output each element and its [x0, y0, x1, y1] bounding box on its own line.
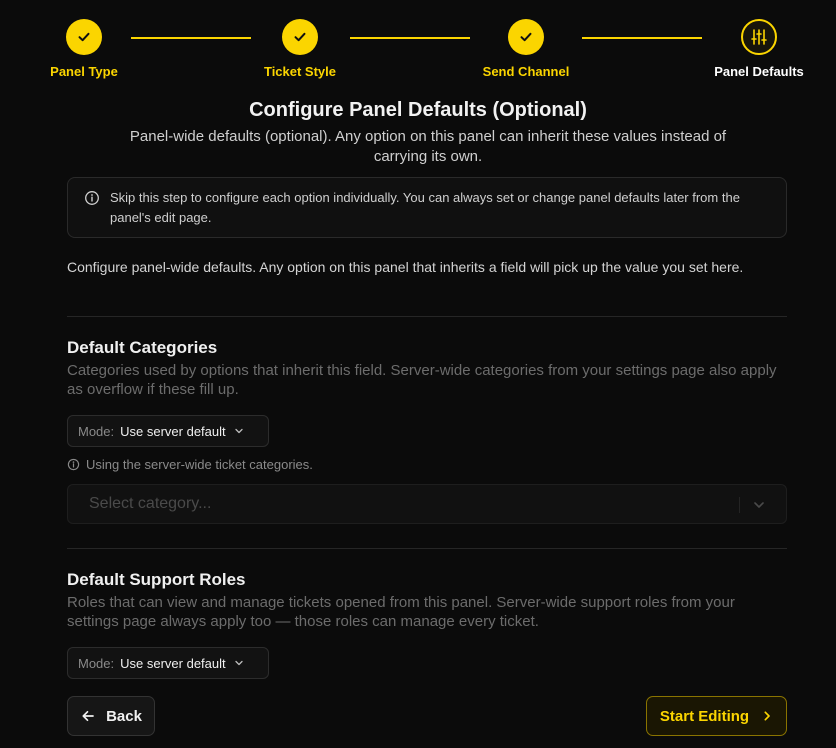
- info-callout: Skip this step to configure each option …: [67, 177, 787, 238]
- step-label: Send Channel: [482, 64, 570, 79]
- hint-text: Using the server-wide ticket categories.: [86, 457, 313, 472]
- sliders-icon: [751, 29, 767, 45]
- step-label: Ticket Style: [263, 64, 337, 79]
- support-roles-title: Default Support Roles: [67, 570, 246, 589]
- check-icon: [78, 32, 90, 42]
- chevron-down-icon: [234, 660, 243, 666]
- step-connector: [350, 37, 470, 39]
- mode-label: Mode:: [78, 655, 115, 671]
- info-text: Skip this step to configure each option …: [110, 190, 740, 225]
- step-send-channel[interactable]: [508, 19, 544, 55]
- mode-value: Use server default: [120, 423, 226, 439]
- categories-mode-select[interactable]: Mode: Use server default: [67, 415, 269, 447]
- stepper: Panel Type Ticket Style Send Channel Pan…: [0, 0, 836, 90]
- category-select[interactable]: Select category...: [67, 484, 787, 524]
- category-select-placeholder: Select category...: [89, 495, 212, 512]
- categories-title: Default Categories: [67, 338, 218, 357]
- start-editing-button[interactable]: Start Editing: [646, 696, 787, 736]
- select-separator: [739, 497, 740, 513]
- section-divider: [67, 548, 787, 549]
- step-label: Panel Type: [50, 64, 118, 79]
- back-button[interactable]: Back: [67, 696, 155, 736]
- mode-value: Use server default: [120, 655, 226, 671]
- intro-text: Configure panel-wide defaults. Any optio…: [67, 259, 744, 275]
- step-ticket-style[interactable]: [282, 19, 318, 55]
- info-icon: [67, 458, 80, 471]
- support-roles-mode-select[interactable]: Mode: Use server default: [67, 647, 269, 679]
- section-divider: [67, 316, 787, 317]
- step-label: Panel Defaults: [714, 64, 804, 79]
- back-label: Back: [106, 707, 142, 725]
- mode-label: Mode:: [78, 423, 115, 439]
- step-connector: [131, 37, 251, 39]
- support-roles-description: Roles that can view and manage tickets o…: [67, 594, 735, 630]
- chevron-down-icon[interactable]: [752, 498, 766, 517]
- page-title: Configure Panel Defaults (Optional): [249, 99, 587, 121]
- chevron-down-icon: [234, 428, 243, 434]
- check-icon: [520, 32, 532, 42]
- chevron-right-icon: [761, 710, 773, 722]
- categories-description: Categories used by options that inherit …: [67, 362, 777, 398]
- start-label: Start Editing: [659, 707, 750, 725]
- check-icon: [294, 32, 306, 42]
- page-subtitle: Panel-wide defaults (optional). Any opti…: [129, 128, 727, 165]
- arrow-left-icon: [80, 708, 96, 724]
- step-panel-defaults[interactable]: [741, 19, 777, 55]
- step-panel-type[interactable]: [66, 19, 102, 55]
- info-icon: [84, 190, 100, 211]
- categories-hint: Using the server-wide ticket categories.: [67, 457, 313, 472]
- step-connector: [582, 37, 702, 39]
